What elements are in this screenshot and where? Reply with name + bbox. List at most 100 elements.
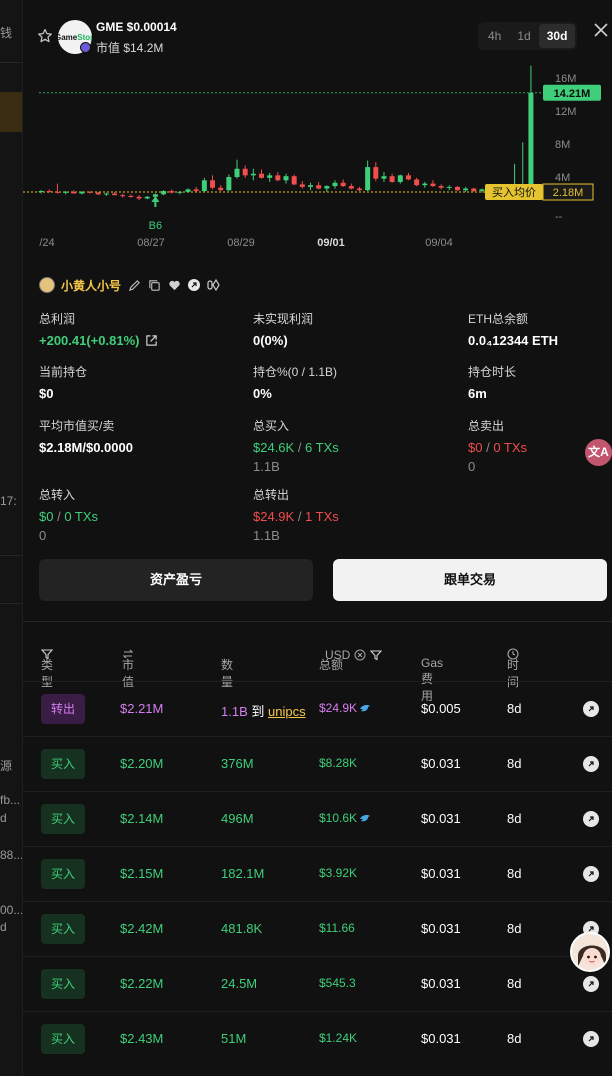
candle-body	[373, 167, 379, 179]
market-cap: 市值 $14.2M	[96, 41, 164, 55]
candle-body	[54, 191, 60, 193]
stat-label: 持仓%(0 / 1.1B)	[253, 365, 338, 379]
explorer-link-icon[interactable]	[583, 756, 599, 772]
candle-body	[242, 168, 248, 176]
filter-icon[interactable]	[370, 649, 383, 661]
timeframe-30d[interactable]: 30d	[538, 24, 576, 48]
stat-value: $0 / 0 TXs	[39, 509, 98, 524]
table-row[interactable]: 买入 $2.14M 496M $10.6K $0.031 8d	[23, 791, 612, 846]
explorer-link-icon[interactable]	[583, 701, 599, 717]
total-cell: $545.3	[319, 976, 356, 990]
gas-cell: $0.031	[421, 976, 461, 991]
copy-trade-button[interactable]: 跟单交易	[333, 559, 607, 601]
to-word: 到	[251, 704, 265, 719]
stat-label: 平均市值买/卖	[39, 419, 115, 433]
recipient-link[interactable]: unipcs	[268, 704, 306, 719]
total-cell: $24.9K	[319, 701, 371, 715]
stat-value: 0.0₄12344 ETH	[468, 333, 559, 348]
total-sell-txs: 0 TXs	[493, 440, 528, 455]
qty-cell: 182.1M	[221, 866, 265, 881]
time-cell: 8d	[507, 811, 522, 826]
y-tick-label: 8M	[555, 139, 570, 151]
buy-marker-stem	[154, 202, 157, 208]
background-text: fb...	[0, 793, 21, 807]
gas-cell: $0.031	[421, 756, 461, 771]
table-row[interactable]: 买入 $2.22M 24.5M $545.3 $0.031 8d	[23, 956, 612, 1011]
stat-holding-pct: 持仓%(0 / 1.1B) 0%	[253, 363, 337, 401]
candle-body	[324, 186, 330, 189]
stat-value: 6m	[468, 386, 487, 401]
header-type[interactable]: 类型	[41, 648, 53, 689]
candle-body	[193, 189, 199, 192]
qty-cell: 51M	[221, 1031, 247, 1046]
qty-cell: 376M	[221, 756, 254, 771]
avg-buy-value: 2.18M	[553, 187, 584, 199]
type-badge: 买入	[41, 1024, 85, 1054]
avg-buy-label: 买入均价	[492, 186, 536, 199]
candle-body	[365, 167, 371, 191]
header-total[interactable]: 总额 USD	[319, 648, 383, 672]
close-icon[interactable]	[593, 22, 609, 38]
x-tick-label: 09/01	[317, 237, 345, 249]
candle-body	[348, 186, 354, 189]
mcap-cell: $2.20M	[120, 756, 164, 771]
copy-icon[interactable]	[147, 278, 161, 292]
timeframe-4h[interactable]: 4h	[480, 24, 509, 48]
price-chart: B6 16M 12M 8M 4M -- 14.21M 买入均价 2.18M/24 08/27 08/…	[23, 65, 601, 249]
candle-body	[356, 188, 362, 191]
candle-body	[454, 186, 460, 191]
stat-value: $2.18M/$0.0000	[39, 440, 133, 455]
candle-body	[177, 191, 183, 193]
table-row[interactable]: 买入 $2.20M 376M $8.28K $0.031 8d	[23, 736, 612, 791]
candle-body	[38, 191, 44, 193]
candle-body	[169, 191, 175, 193]
translate-icon[interactable]: 文A	[585, 439, 612, 466]
heart-icon[interactable]	[167, 278, 181, 292]
explorer-link-icon[interactable]	[583, 976, 599, 992]
gas-cell: $0.031	[421, 1031, 461, 1046]
explorer-link-icon[interactable]	[583, 1031, 599, 1047]
gas-cell: $0.031	[421, 921, 461, 936]
assistant-avatar-icon[interactable]	[570, 932, 610, 972]
mcap-cell: $2.43M	[120, 1031, 164, 1046]
external-link-icon[interactable]	[145, 334, 158, 347]
type-badge: 买入	[41, 969, 85, 999]
table-row[interactable]: 转出 $2.21M 1.1B 到 unipcs $24.9K $0.005 8d	[23, 681, 612, 736]
separator: /	[294, 440, 306, 455]
header-time[interactable]: 时间	[507, 648, 519, 689]
candle-body	[87, 191, 93, 193]
wallet-name[interactable]: 小黄人小号	[61, 277, 121, 294]
table-row[interactable]: 买入 $2.43M 51M $1.24K $0.031 8d	[23, 1011, 612, 1066]
table-row[interactable]: 买入 $2.42M 481.8K $11.66 $0.031 8d	[23, 901, 612, 956]
current-price-label: 14.21M	[554, 88, 591, 100]
header-mcap[interactable]: 市值	[122, 648, 134, 689]
mcap-cell: $2.22M	[120, 976, 164, 991]
timeframe-selector: 4h 1d 30d	[478, 22, 578, 50]
explorer-icon[interactable]	[187, 278, 201, 292]
explorer-link-icon[interactable]	[583, 866, 599, 882]
timeframe-1d[interactable]: 1d	[509, 24, 538, 48]
stat-unrealized: 未实现利润 0(0%)	[253, 310, 313, 348]
candle-body	[422, 183, 428, 186]
candle-body	[267, 175, 273, 178]
y-tick-label: 12M	[555, 106, 576, 118]
edit-icon[interactable]	[127, 278, 141, 292]
candle-body	[528, 92, 534, 186]
mcap-cell: $2.42M	[120, 921, 164, 936]
asset-pnl-button[interactable]: 资产盈亏	[39, 559, 313, 601]
total-cell: $1.24K	[319, 1031, 357, 1045]
table-row[interactable]: 买入 $2.15M 182.1M $3.92K $0.031 8d	[23, 846, 612, 901]
stat-total-sell: 总卖出 $0 / 0 TXs 0	[468, 417, 527, 474]
explorer-link-icon[interactable]	[583, 811, 599, 827]
star-icon[interactable]	[37, 28, 53, 44]
total-value: $24.9K	[319, 701, 358, 715]
stat-sub: 0	[39, 528, 47, 543]
wallet-avatar	[39, 277, 55, 293]
currency-switch-icon[interactable]	[354, 649, 366, 661]
stat-holding-time: 持仓时长 6m	[468, 363, 516, 401]
total-value: $545.3	[319, 976, 356, 990]
stat-sub: 1.1B	[253, 459, 280, 474]
separator: /	[294, 509, 306, 524]
time-cell: 8d	[507, 1031, 522, 1046]
total-cell: $8.28K	[319, 756, 357, 770]
